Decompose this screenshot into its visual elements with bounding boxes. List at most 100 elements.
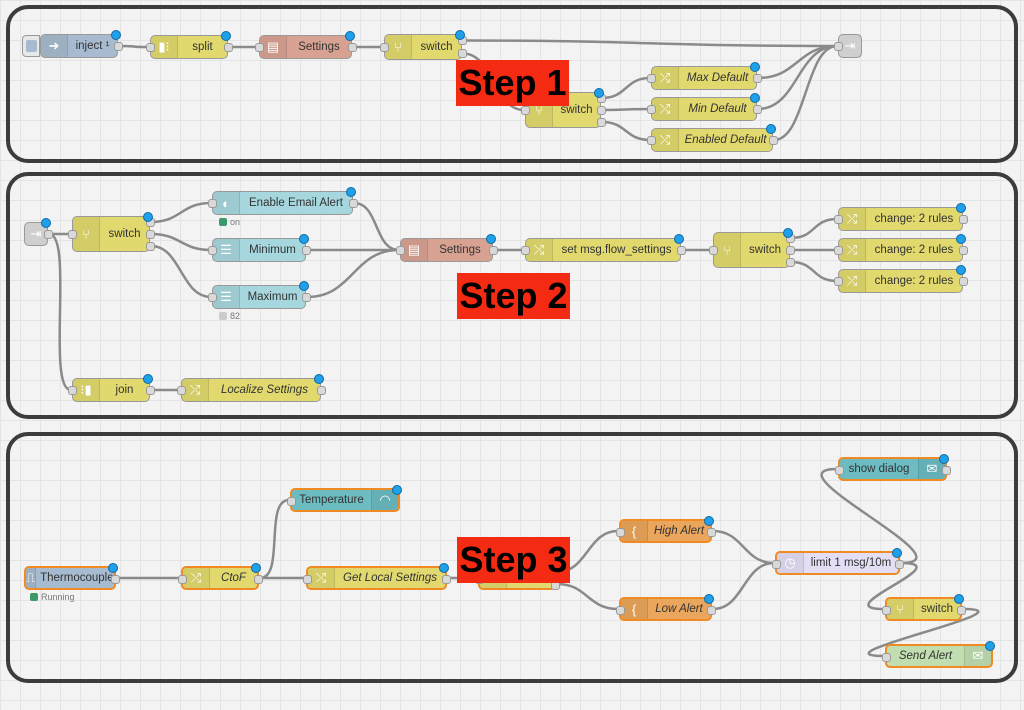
input-port[interactable] <box>396 245 405 255</box>
output-port[interactable] <box>707 605 716 615</box>
input-port[interactable] <box>834 214 843 224</box>
thermocouple-node[interactable]: ⎍ Thermocouple <box>24 563 120 590</box>
input-port[interactable] <box>146 42 155 52</box>
maximum-node[interactable]: ☰ Maximum <box>208 281 311 309</box>
output-port[interactable] <box>707 527 716 537</box>
join-node[interactable]: ⁝▮ join <box>68 374 155 402</box>
output-port[interactable] <box>458 49 467 58</box>
output-port[interactable] <box>769 135 778 145</box>
input-port[interactable] <box>178 574 187 584</box>
minimum-node[interactable]: ☰ Minimum <box>208 234 311 262</box>
input-port[interactable] <box>882 652 891 662</box>
output-port[interactable] <box>489 245 498 255</box>
input-port[interactable] <box>709 245 718 255</box>
input-port[interactable] <box>255 42 264 52</box>
output-port[interactable] <box>111 574 120 584</box>
arrow-right-icon: ➜ <box>41 35 68 57</box>
send-alert-node[interactable]: ✉ Send Alert <box>882 641 995 668</box>
input-port[interactable] <box>68 385 77 395</box>
show-dialog-node[interactable]: ✉ show dialog <box>835 454 951 481</box>
output-port[interactable] <box>224 42 233 52</box>
high-alert-node[interactable]: {High Alert <box>616 516 716 543</box>
output-port[interactable] <box>597 105 606 115</box>
output-port[interactable] <box>442 574 451 584</box>
output-port[interactable] <box>959 276 968 286</box>
input-port[interactable] <box>287 496 296 506</box>
status-dot-icon <box>219 218 227 226</box>
input-port[interactable] <box>303 574 312 584</box>
switch-node[interactable]: ⑂switch <box>709 228 795 268</box>
input-port[interactable] <box>208 292 217 302</box>
output-port[interactable] <box>957 605 966 615</box>
output-port[interactable] <box>959 214 968 224</box>
changed-indicator-icon <box>221 31 231 41</box>
settings-node[interactable]: ▤ Settings <box>396 234 498 262</box>
input-port[interactable] <box>208 245 217 255</box>
limit-delay-node[interactable]: ◷ limit 1 msg/10m <box>772 548 904 575</box>
ctof-node[interactable]: ⤮ CtoF <box>178 563 263 590</box>
shuffle-icon: ⤮ <box>652 129 679 151</box>
input-port[interactable] <box>834 276 843 286</box>
input-port[interactable] <box>834 245 843 255</box>
changed-indicator-icon <box>704 594 714 604</box>
switch-node[interactable]: ⑂switch <box>380 30 467 60</box>
max-default-node[interactable]: ⤮ Max Default <box>647 62 762 90</box>
output-port[interactable] <box>302 245 311 255</box>
low-alert-node[interactable]: {Low Alert <box>616 594 716 621</box>
output-port[interactable] <box>302 292 311 302</box>
change-node[interactable]: ⤮ change: 2 rules <box>834 234 968 262</box>
input-port[interactable] <box>177 385 186 395</box>
input-port[interactable] <box>647 135 656 145</box>
output-port[interactable] <box>254 574 263 584</box>
output-port[interactable] <box>317 385 326 395</box>
output-port[interactable] <box>753 73 762 83</box>
settings-node[interactable]: ▤ Settings <box>255 31 357 59</box>
output-port[interactable] <box>942 465 951 475</box>
input-port[interactable] <box>882 605 891 615</box>
input-port[interactable] <box>647 104 656 114</box>
split-node[interactable]: ▮⁝ split <box>146 31 233 59</box>
enable-email-alert-node[interactable]: ◐ Enable Email Alert <box>208 187 358 215</box>
input-port[interactable] <box>68 229 77 239</box>
switch-node[interactable]: ⑂switch <box>68 212 155 252</box>
localize-settings-node[interactable]: ⤮ Localize Settings <box>177 374 326 402</box>
change-node[interactable]: ⤮ change: 2 rules <box>834 203 968 231</box>
enabled-default-node[interactable]: ⤮ Enabled Default <box>647 124 778 152</box>
input-port[interactable] <box>521 245 530 255</box>
step-1-label: Step 1 <box>456 60 569 106</box>
inject-node[interactable]: ➜ inject ¹ <box>40 30 123 58</box>
output-port[interactable] <box>753 104 762 114</box>
input-port[interactable] <box>835 465 844 475</box>
input-port[interactable] <box>616 527 625 537</box>
input-port[interactable] <box>380 42 389 52</box>
input-port[interactable] <box>834 41 843 51</box>
output-port[interactable] <box>44 229 53 239</box>
output-port[interactable] <box>786 257 795 267</box>
inject-trigger-button[interactable] <box>22 35 40 57</box>
output-port[interactable] <box>146 385 155 395</box>
output-port[interactable] <box>348 42 357 52</box>
output-port[interactable] <box>677 245 686 255</box>
temperature-gauge-node[interactable]: ◠ Temperature <box>287 485 402 512</box>
output-port[interactable] <box>895 559 904 569</box>
input-port[interactable] <box>772 559 781 569</box>
switch-node[interactable]: ⑂switch <box>882 594 966 621</box>
input-port[interactable] <box>647 73 656 83</box>
output-port[interactable] <box>146 229 155 239</box>
input-port[interactable] <box>616 605 625 615</box>
output-port[interactable] <box>114 41 123 51</box>
output-port[interactable] <box>349 198 358 208</box>
square-wave-icon: ⎍ <box>26 568 37 588</box>
link-in-node[interactable]: ⇥ <box>24 218 53 246</box>
input-port[interactable] <box>521 105 530 115</box>
min-default-node[interactable]: ⤮ Min Default <box>647 93 762 121</box>
set-flow-settings-node[interactable]: ⤮ set msg.flow_settings <box>521 234 686 262</box>
output-port[interactable] <box>597 117 606 127</box>
change-node[interactable]: ⤮ change: 2 rules <box>834 265 968 293</box>
output-port[interactable] <box>786 245 795 255</box>
output-port[interactable] <box>146 241 155 251</box>
get-local-settings-node[interactable]: ⤮ Get Local Settings <box>303 563 451 590</box>
input-port[interactable] <box>208 198 217 208</box>
link-out-node[interactable]: ⇥ <box>834 34 862 58</box>
output-port[interactable] <box>959 245 968 255</box>
